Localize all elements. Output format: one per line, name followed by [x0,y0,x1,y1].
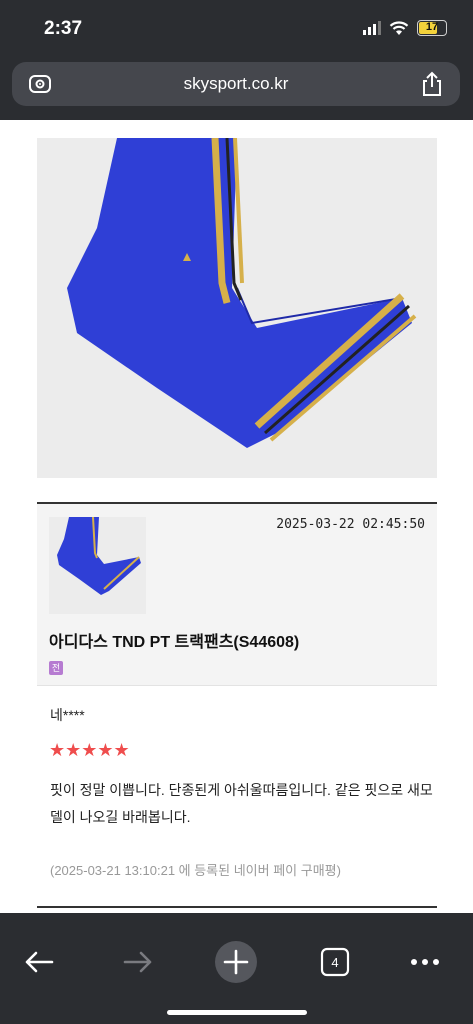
home-indicator [167,1010,307,1015]
product-card[interactable]: 2025-03-22 02:45:50 아디다스 TND PT 트랙팬츠(S44… [37,504,437,686]
more-icon [411,959,439,965]
address-bar[interactable]: skysport.co.kr [12,62,460,106]
plus-icon [215,941,257,983]
arrow-left-icon [25,951,54,973]
post-date: 2025-03-22 02:45:50 [276,517,425,532]
menu-button[interactable] [403,940,447,984]
battery-icon: 17 [417,20,447,36]
status-bar: 2:37 17 [0,0,473,60]
tab-count: 4 [331,955,338,970]
forward-button[interactable] [116,940,160,984]
arrow-right-icon [123,951,152,973]
product-title[interactable]: 아디다스 TND PT 트랙팬츠(S44608) [49,628,299,652]
status-icons: 17 [363,20,447,36]
status-time: 2:37 [44,18,83,39]
section-divider-bottom [37,906,437,908]
review-meta: (2025-03-21 13:10:21 에 등록된 네이버 페이 구매평) [50,863,341,878]
share-icon[interactable] [420,70,444,98]
back-button[interactable] [17,940,61,984]
battery-level: 17 [425,21,439,33]
tabs-button[interactable]: 4 [313,940,357,984]
product-thumbnail[interactable] [49,517,146,614]
category-badge: 전 [49,661,63,675]
wifi-icon [389,20,409,35]
review-text: 핏이 정말 이쁩니다. 단종된게 아쉬울따름입니다. 같은 핏으로 새모델이 나… [50,782,433,825]
url-text[interactable]: skysport.co.kr [12,74,460,94]
reviewer-name: 네**** [50,707,85,723]
star-rating: ★★★★★ [49,740,130,760]
new-tab-button[interactable] [214,940,258,984]
signal-icon [363,21,381,35]
rating-stars: ★★★★★ [49,740,130,760]
product-image [37,138,437,478]
tab-count-icon: 4 [320,947,350,977]
web-page: 2025-03-22 02:45:50 아디다스 TND PT 트랙팬츠(S44… [0,120,473,913]
